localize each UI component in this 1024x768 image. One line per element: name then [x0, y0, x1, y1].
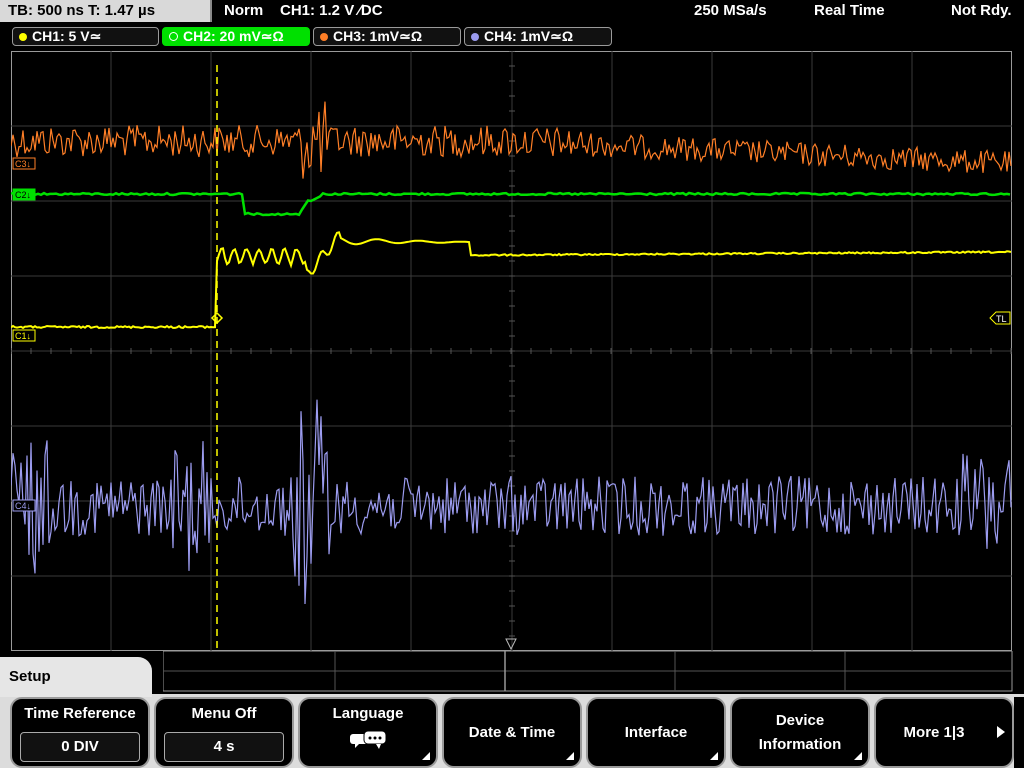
trigger-level-marker: TL	[989, 311, 1011, 325]
trigger-mode[interactable]: Norm	[224, 0, 263, 22]
device-information-button[interactable]: Device Information	[730, 697, 870, 768]
trigger-readout[interactable]: CH1: 1.2 V ∕DC	[280, 0, 383, 22]
acquisition-status: Not Rdy.	[951, 2, 1012, 19]
softkey-label-line1: Device	[775, 712, 825, 729]
menu-off-button[interactable]: Menu Off 4 s	[154, 697, 294, 768]
speech-bubbles-icon	[350, 730, 387, 749]
softkey-label: Interface	[624, 724, 688, 741]
channel-tab-ch2[interactable]: CH2: 20 mV≃Ω	[162, 27, 310, 46]
sample-rate: 250 MSa/s	[694, 2, 767, 19]
channel-label: CH4: 1mV≃Ω	[484, 28, 574, 44]
channel-tab-ch3[interactable]: CH3: 1mV≃Ω	[313, 27, 461, 46]
more-button[interactable]: More 1|3	[874, 697, 1014, 768]
status-bar: TB: 500 ns T: 1.47 µs Norm CH1: 1.2 V ∕D…	[0, 0, 1024, 24]
channel-label: CH2: 20 mV≃Ω	[183, 28, 284, 44]
softkey-label: Time Reference	[24, 705, 136, 722]
channel-label: CH3: 1mV≃Ω	[333, 28, 423, 44]
ch1-waveform	[11, 231, 1012, 330]
ch4-waveform	[11, 399, 1012, 605]
language-button[interactable]: Language	[298, 697, 438, 768]
svg-text:C4↓: C4↓	[15, 501, 31, 511]
zoom-strip	[163, 651, 1013, 692]
ch2-offset-marker: C2↓	[12, 188, 36, 201]
ch1-dot-icon	[19, 33, 27, 41]
channel-tab-ch4[interactable]: CH4: 1mV≃Ω	[464, 27, 612, 46]
svg-text:C2↓: C2↓	[15, 190, 31, 200]
interface-button[interactable]: Interface	[586, 697, 726, 768]
time-reference-button[interactable]: Time Reference 0 DIV	[10, 697, 150, 768]
svg-text:TL: TL	[996, 314, 1007, 324]
svg-text:C1↓: C1↓	[15, 331, 31, 341]
acquisition-mode: Real Time	[814, 2, 885, 19]
date-time-button[interactable]: Date & Time	[442, 697, 582, 768]
svg-text:C3↓: C3↓	[15, 159, 31, 169]
channel-label: CH1: 5 V≃	[32, 28, 102, 44]
arrow-right-icon	[997, 726, 1005, 738]
ch3-waveform	[11, 101, 1012, 179]
submenu-indicator-icon	[422, 752, 430, 760]
time-reference-value: 0 DIV	[20, 732, 140, 762]
right-edge	[1014, 697, 1024, 768]
softkey-label-line2: Information	[758, 736, 842, 753]
menu-off-value: 4 s	[164, 732, 284, 762]
ch3-offset-marker: C3↓	[12, 157, 36, 170]
timebase-readout[interactable]: TB: 500 ns T: 1.47 µs	[0, 0, 212, 22]
channel-tab-ch1[interactable]: CH1: 5 V≃	[12, 27, 159, 46]
ch3-dot-icon	[320, 33, 328, 41]
softkey-label: Language	[332, 705, 404, 722]
ch4-offset-marker: C4↓	[12, 499, 36, 512]
softkey-label: Date & Time	[468, 724, 556, 741]
ch2-waveform	[11, 191, 1011, 217]
menu-title: Setup	[0, 657, 152, 697]
softkey-label: More 1|3	[903, 724, 965, 741]
ch1-offset-marker: C1↓	[12, 329, 36, 342]
ch4-dot-icon	[471, 33, 479, 41]
waveform-display[interactable]: C3↓ C2↓ C1↓ C4↓ TL	[11, 51, 1012, 651]
ch2-dot-icon	[169, 32, 178, 41]
submenu-indicator-icon	[566, 752, 574, 760]
submenu-indicator-icon	[854, 752, 862, 760]
horizontal-center-marker	[505, 638, 517, 651]
submenu-indicator-icon	[710, 752, 718, 760]
softkey-label: Menu Off	[191, 705, 257, 722]
